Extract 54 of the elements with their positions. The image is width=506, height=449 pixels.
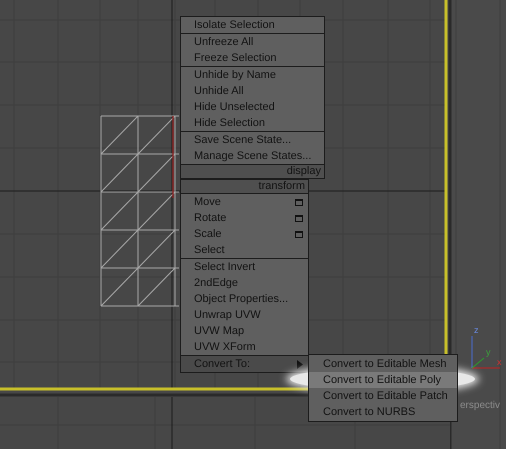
- submenu-item[interactable]: Convert to Editable Patch: [309, 388, 457, 404]
- menu-item-label: Move: [194, 195, 221, 210]
- menu-item-label: 2ndEdge: [194, 276, 238, 291]
- menu-item-label: Freeze Selection: [194, 51, 277, 66]
- menu-item[interactable]: Rotate: [181, 210, 308, 226]
- menu-item[interactable]: Move: [181, 194, 308, 210]
- axis-label: y: [486, 348, 490, 357]
- menu-item-label: Hide Unselected: [194, 100, 275, 115]
- menu-item[interactable]: Object Properties...: [181, 291, 308, 307]
- menu-item[interactable]: Convert To:: [181, 356, 308, 372]
- menu-item[interactable]: Isolate Selection: [181, 17, 324, 33]
- menu-item[interactable]: UVW XForm: [181, 339, 308, 355]
- axis-label: z: [474, 326, 478, 335]
- submenu-item[interactable]: Convert to Editable Poly: [309, 372, 457, 388]
- menu-item[interactable]: Save Scene State...: [181, 132, 324, 148]
- options-box-icon[interactable]: [295, 198, 303, 206]
- menu-item-label: Manage Scene States...: [194, 149, 312, 164]
- menu-item[interactable]: Manage Scene States...: [181, 148, 324, 164]
- menu-item-label: Isolate Selection: [194, 18, 275, 33]
- options-box-icon[interactable]: [295, 230, 303, 238]
- menu-item-label: Save Scene State...: [194, 133, 292, 148]
- submenu-item[interactable]: Convert to NURBS: [309, 404, 457, 420]
- quadrant-header: transform: [181, 179, 308, 193]
- menu-item-label: UVW XForm: [194, 340, 256, 355]
- menu-item-label: Convert To:: [194, 357, 250, 372]
- menu-item[interactable]: Hide Unselected: [181, 99, 324, 115]
- menu-item[interactable]: Freeze Selection: [181, 50, 324, 66]
- menu-item[interactable]: Unhide by Name: [181, 67, 324, 83]
- menu-item-label: Unfreeze All: [194, 35, 254, 50]
- menu-item-label: Rotate: [194, 211, 226, 226]
- menu-item-label: Unwrap UVW: [194, 308, 261, 323]
- menu-item[interactable]: Hide Selection: [181, 115, 324, 131]
- quadrant-header: display: [181, 164, 324, 178]
- submenu-arrow-icon: [297, 360, 303, 368]
- submenu-item[interactable]: Convert to Editable Mesh: [309, 356, 457, 372]
- menu-item[interactable]: Unwrap UVW: [181, 307, 308, 323]
- axis-label: x: [497, 358, 502, 367]
- menu-item-label: Scale: [194, 227, 222, 242]
- menu-item-label: Select Invert: [194, 260, 256, 275]
- menu-item-label: Object Properties...: [194, 292, 288, 307]
- menu-item[interactable]: Unfreeze All: [181, 34, 324, 50]
- menu-item[interactable]: 2ndEdge: [181, 275, 308, 291]
- viewport-label[interactable]: erspectiv: [460, 400, 500, 411]
- menu-item-label: Unhide by Name: [194, 68, 276, 83]
- menu-item[interactable]: Unhide All: [181, 83, 324, 99]
- menu-item[interactable]: Scale: [181, 226, 308, 242]
- options-box-icon[interactable]: [295, 214, 303, 222]
- menu-item[interactable]: UVW Map: [181, 323, 308, 339]
- menu-item[interactable]: Select: [181, 242, 308, 258]
- menu-item-label: UVW Map: [194, 324, 244, 339]
- menu-item-label: Unhide All: [194, 84, 244, 99]
- menu-item-label: Select: [194, 243, 225, 258]
- menu-item[interactable]: Select Invert: [181, 259, 308, 275]
- menu-item-label: Hide Selection: [194, 116, 265, 131]
